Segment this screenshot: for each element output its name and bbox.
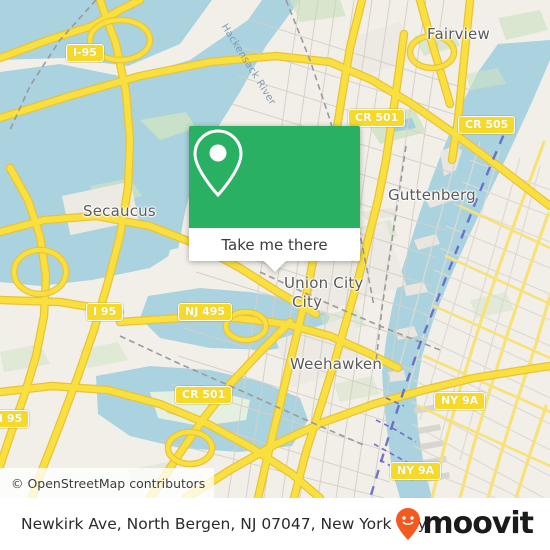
- location-popup-card[interactable]: Take me there: [189, 126, 360, 272]
- popup-tail: [263, 261, 286, 272]
- popup-header: [189, 126, 360, 228]
- map-canvas[interactable]: Hackensack River Fairview Secaucus Gutte…: [0, 0, 550, 498]
- moovit-brand[interactable]: moovit: [395, 506, 534, 541]
- map-screenshot: Hackensack River Fairview Secaucus Gutte…: [0, 0, 550, 550]
- route-shield-nj495[interactable]: NJ 495: [178, 303, 233, 321]
- route-shield-i95-south[interactable]: I 95: [0, 410, 30, 428]
- route-shield-i95-mid[interactable]: I 95: [86, 303, 124, 321]
- route-shield-ny9a-south[interactable]: NY 9A: [390, 462, 442, 480]
- map-pin-icon: [193, 129, 243, 198]
- footer-bar: Newkirk Ave, North Bergen, NJ 07047, New…: [0, 498, 550, 550]
- route-shield-cr505[interactable]: CR 505: [458, 116, 516, 134]
- moovit-wordmark: moovit: [422, 506, 534, 541]
- moovit-smiley-pin-icon: [396, 508, 421, 540]
- address-text: Newkirk Ave, North Bergen, NJ 07047, New…: [21, 515, 427, 533]
- attribution-text: © OpenStreetMap contributors: [11, 475, 206, 491]
- route-shield-ny9a-north[interactable]: NY 9A: [434, 392, 486, 410]
- route-shield-cr501-south[interactable]: CR 501: [175, 386, 233, 404]
- map-attribution[interactable]: © OpenStreetMap contributors: [0, 468, 214, 498]
- popup-action-button[interactable]: Take me there: [189, 228, 360, 261]
- route-shield-i95-north[interactable]: I-95: [66, 44, 104, 62]
- popup-action-label: Take me there: [221, 235, 328, 254]
- route-shield-cr501-north[interactable]: CR 501: [348, 109, 406, 127]
